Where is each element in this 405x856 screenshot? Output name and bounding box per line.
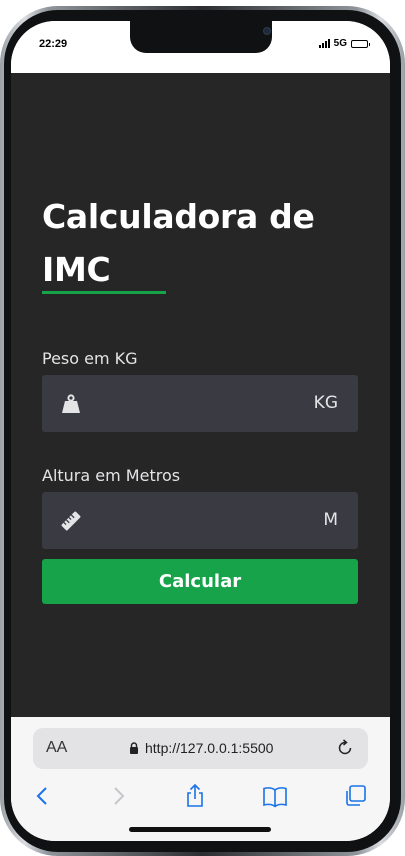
notch xyxy=(130,21,272,53)
weight-field[interactable]: KG xyxy=(42,375,358,432)
home-indicator[interactable] xyxy=(129,827,271,832)
app-content: Calculadora de IMC Peso em KG KG Altura … xyxy=(11,73,390,717)
page-title-line1: Calculadora de xyxy=(42,197,315,236)
status-indicators: 5G xyxy=(318,38,370,49)
tabs-icon[interactable] xyxy=(342,783,368,809)
battery-icon xyxy=(351,39,370,48)
share-icon[interactable] xyxy=(182,783,208,809)
title-underline xyxy=(42,291,166,294)
forward-icon[interactable] xyxy=(105,783,131,809)
network-label: 5G xyxy=(333,38,347,49)
page-title: Calculadora de IMC xyxy=(42,190,342,296)
url-text[interactable]: http://127.0.0.1:5500 xyxy=(145,740,273,756)
back-icon[interactable] xyxy=(30,783,56,809)
height-field[interactable]: M xyxy=(42,492,358,549)
lock-icon xyxy=(130,742,138,754)
bookmarks-icon[interactable] xyxy=(262,783,288,809)
address-bar[interactable]: AA http://127.0.0.1:5500 xyxy=(33,728,368,769)
camera-icon xyxy=(263,27,271,35)
reload-icon[interactable] xyxy=(336,739,354,757)
weight-label: Peso em KG xyxy=(42,349,138,368)
ruler-icon xyxy=(61,511,81,531)
signal-icon xyxy=(318,39,330,48)
height-input[interactable] xyxy=(94,492,294,549)
browser-toolbar xyxy=(11,783,390,811)
status-time: 22:29 xyxy=(39,38,68,50)
weight-icon xyxy=(62,394,80,413)
browser-bar: AA http://127.0.0.1:5500 xyxy=(11,717,390,841)
status-bar: 22:29 5G xyxy=(11,21,390,73)
weight-unit: KG xyxy=(313,393,338,413)
height-unit: M xyxy=(323,510,338,530)
text-size-button[interactable]: AA xyxy=(46,739,67,757)
page-title-line2: IMC xyxy=(42,250,111,289)
phone-screen: 22:29 5G Calculadora de IMC Peso em KG K… xyxy=(11,21,390,841)
calculate-button[interactable]: Calcular xyxy=(42,559,358,604)
height-label: Altura em Metros xyxy=(42,466,181,485)
weight-input[interactable] xyxy=(94,375,294,432)
